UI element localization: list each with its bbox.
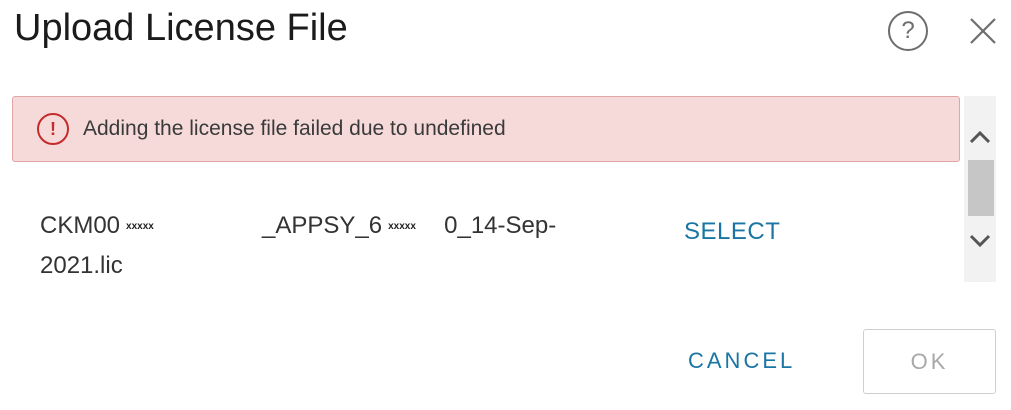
ok-button[interactable]: OK xyxy=(863,329,996,394)
file-name-part-1: CKM00 xyxy=(40,212,121,239)
redacted-text: xxxxx xyxy=(120,217,223,236)
scroll-down-button[interactable] xyxy=(964,226,996,256)
select-button[interactable]: SELECT xyxy=(684,218,780,246)
error-icon: ! xyxy=(37,113,69,145)
scrollbar[interactable] xyxy=(964,96,996,282)
dialog-title: Upload License File xyxy=(14,7,348,49)
scroll-up-button[interactable] xyxy=(964,122,996,152)
redacted-text: xxxxx xyxy=(382,217,435,236)
cancel-button[interactable]: CANCEL xyxy=(688,348,795,374)
close-icon[interactable] xyxy=(966,14,1000,48)
error-alert: ! Adding the license file failed due to … xyxy=(12,96,960,162)
scroll-thumb[interactable] xyxy=(968,160,994,216)
help-button[interactable]: ? xyxy=(888,11,928,51)
error-message: Adding the license file failed due to un… xyxy=(83,117,506,140)
chevron-up-icon xyxy=(969,130,991,144)
chevron-down-icon xyxy=(969,234,991,248)
help-icon: ? xyxy=(901,17,915,44)
license-file-name: CKM00 xxxxx _APPSY_6 xxxxx 0_14-Sep-2021.lic xyxy=(40,206,600,286)
file-name-part-2: _APPSY_6 xyxy=(262,212,383,239)
